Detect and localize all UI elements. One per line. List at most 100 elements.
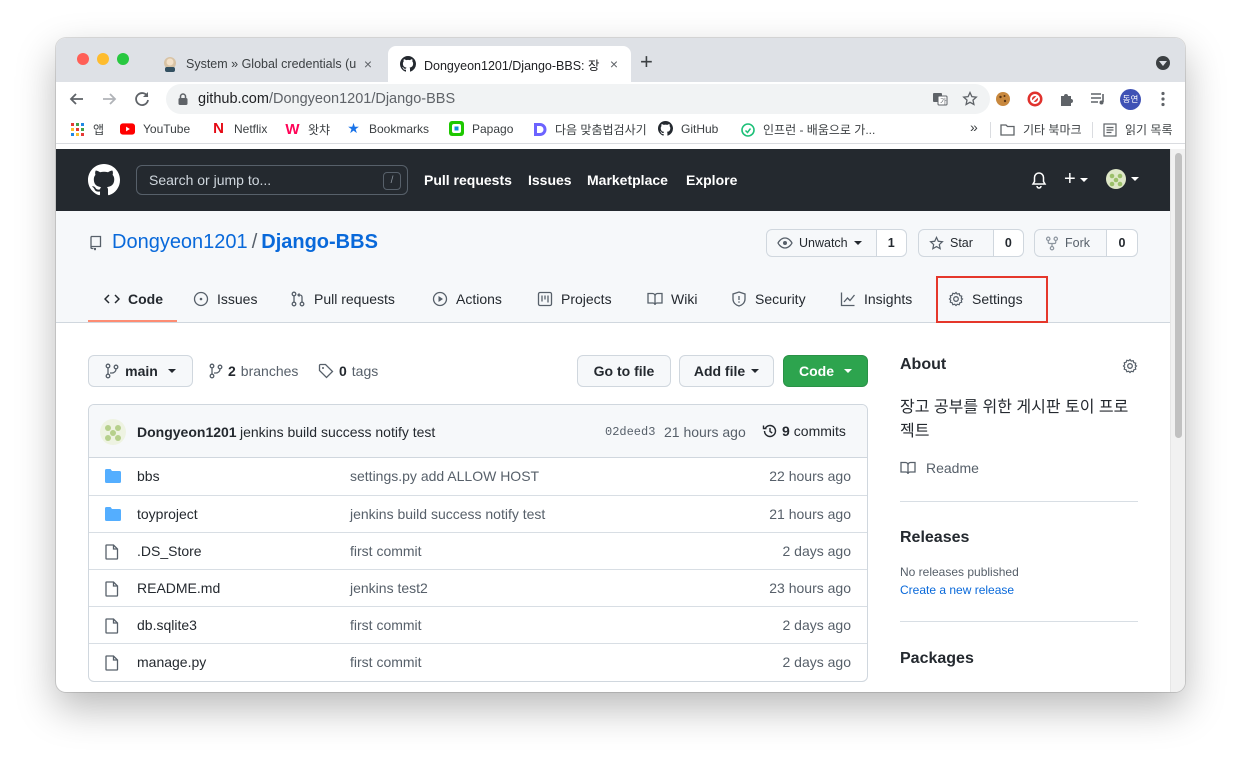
bookmark-watcha[interactable]: W 왓챠: [285, 121, 330, 138]
forward-icon[interactable]: [100, 90, 118, 108]
github-logo-icon[interactable]: [88, 164, 120, 196]
eye-icon: [777, 237, 793, 249]
commit-author-avatar[interactable]: [100, 419, 126, 445]
tab-security[interactable]: Security: [731, 289, 806, 309]
browser-tab-jenkins[interactable]: System » Global credentials (u ×: [152, 46, 385, 82]
tab-search-icon[interactable]: [1156, 56, 1170, 70]
packages-heading[interactable]: Packages: [900, 650, 1138, 668]
media-control-icon[interactable]: [1089, 90, 1107, 108]
file-row[interactable]: db.sqlite3 first commit 2 days ago: [89, 606, 867, 643]
tags-link[interactable]: 0 tags: [318, 363, 378, 379]
create-new-menu[interactable]: +: [1064, 168, 1088, 191]
bookmark-inflearn[interactable]: 인프런 - 배움으로 가...: [740, 121, 875, 138]
more-menu-icon[interactable]: [1154, 90, 1172, 108]
file-row[interactable]: .DS_Store first commit 2 days ago: [89, 532, 867, 569]
file-row[interactable]: README.md jenkins test2 23 hours ago: [89, 569, 867, 606]
bookmark-apps[interactable]: 앱: [70, 121, 104, 138]
file-commit-message-link[interactable]: jenkins test2: [350, 580, 428, 596]
tab-issues[interactable]: Issues: [193, 289, 257, 309]
bookmark-other-folder[interactable]: 기타 북마크: [1000, 121, 1082, 138]
file-commit-message-link[interactable]: first commit: [350, 543, 422, 559]
file-commit-message-link[interactable]: first commit: [350, 654, 422, 670]
profile-avatar[interactable]: 동연: [1120, 89, 1141, 110]
bookmark-label: YouTube: [143, 121, 191, 136]
bookmarks-more-button[interactable]: »: [970, 119, 978, 135]
readme-link[interactable]: Readme: [900, 460, 1138, 476]
page-scrollbar[interactable]: [1170, 149, 1185, 692]
star-button[interactable]: Star 0: [918, 229, 1024, 257]
bookmark-bookmarks[interactable]: ★ Bookmarks: [346, 120, 429, 136]
go-to-file-button[interactable]: Go to file: [577, 355, 671, 387]
maximize-window-button[interactable]: [117, 53, 129, 65]
unwatch-button[interactable]: Unwatch 1: [766, 229, 907, 257]
nav-pull-requests[interactable]: Pull requests: [424, 172, 512, 188]
file-name-link[interactable]: .DS_Store: [137, 543, 202, 559]
file-name-link[interactable]: manage.py: [137, 654, 206, 670]
close-tab-icon[interactable]: ×: [359, 56, 377, 72]
code-clone-button[interactable]: Code: [783, 355, 868, 387]
watchers-count[interactable]: 1: [876, 230, 906, 256]
bookmark-github[interactable]: GitHub: [658, 121, 718, 136]
extensions-puzzle-icon[interactable]: [1058, 90, 1076, 108]
tab-insights[interactable]: Insights: [840, 289, 912, 309]
bookmark-netflix[interactable]: N Netflix: [211, 120, 267, 137]
tab-projects[interactable]: Projects: [537, 289, 612, 309]
commits-history-link[interactable]: 9 commits: [762, 423, 846, 439]
back-icon[interactable]: [68, 90, 86, 108]
file-name-link[interactable]: bbs: [137, 468, 160, 484]
file-commit-message-link[interactable]: settings.py add ALLOW HOST: [350, 468, 539, 484]
bookmark-label: Papago: [472, 121, 514, 136]
file-row[interactable]: bbs settings.py add ALLOW HOST 22 hours ag…: [89, 458, 867, 495]
tab-title: Dongyeon1201/Django-BBS: 장: [424, 58, 600, 73]
nav-issues[interactable]: Issues: [528, 172, 572, 188]
file-commit-message-link[interactable]: jenkins build success notify test: [350, 506, 545, 522]
releases-heading[interactable]: Releases: [900, 529, 1138, 547]
github-search-input[interactable]: Search or jump to... /: [136, 165, 408, 195]
minimize-window-button[interactable]: [97, 53, 109, 65]
gear-icon[interactable]: [1122, 358, 1138, 374]
lock-icon[interactable]: [176, 92, 190, 106]
notifications-bell-icon[interactable]: [1030, 171, 1048, 189]
branch-select-button[interactable]: main: [88, 355, 193, 387]
translate-icon[interactable]: 가: [932, 91, 948, 107]
commit-message[interactable]: jenkins build success notify test: [240, 424, 435, 440]
bookmark-youtube[interactable]: YouTube: [120, 121, 190, 136]
file-name-link[interactable]: toyproject: [137, 506, 198, 522]
tab-actions[interactable]: Actions: [432, 289, 502, 309]
close-tab-icon[interactable]: ×: [605, 56, 623, 72]
stars-count[interactable]: 0: [993, 230, 1023, 256]
file-commit-message-link[interactable]: first commit: [350, 617, 422, 633]
block-extension-icon[interactable]: [1026, 90, 1044, 108]
new-tab-button[interactable]: +: [640, 51, 653, 73]
repo-owner-link[interactable]: Dongyeon1201: [112, 231, 248, 254]
nav-explore[interactable]: Explore: [686, 172, 737, 188]
bookmark-daum-spellcheck[interactable]: 다음 맞춤법검사기: [532, 121, 647, 138]
file-name-link[interactable]: README.md: [137, 580, 220, 596]
close-window-button[interactable]: [77, 53, 89, 65]
file-name-link[interactable]: db.sqlite3: [137, 617, 197, 633]
tab-code[interactable]: Code: [104, 289, 163, 309]
bookmark-star-icon[interactable]: [962, 91, 978, 107]
add-file-button[interactable]: Add file: [679, 355, 774, 387]
commit-sha[interactable]: 02deed3: [605, 425, 655, 439]
scrollbar-thumb[interactable]: [1175, 153, 1182, 438]
cookie-extension-icon[interactable]: [994, 90, 1012, 108]
tab-pull-requests[interactable]: Pull requests: [290, 289, 395, 309]
branches-link[interactable]: 2 branches: [209, 363, 298, 379]
reload-icon[interactable]: [133, 90, 151, 108]
file-row[interactable]: toyproject jenkins build success notify t…: [89, 495, 867, 532]
fork-button[interactable]: Fork 0: [1034, 229, 1138, 257]
commit-author[interactable]: Dongyeon1201: [137, 424, 237, 440]
tab-wiki[interactable]: Wiki: [647, 289, 697, 309]
history-icon: [762, 424, 777, 438]
nav-marketplace[interactable]: Marketplace: [587, 172, 668, 188]
repo-name-link[interactable]: Django-BBS: [261, 231, 378, 254]
address-bar[interactable]: github.com/Dongyeon1201/Django-BBS 가: [166, 84, 990, 114]
bookmark-papago[interactable]: Papago: [449, 121, 513, 136]
reading-list-button[interactable]: 읽기 목록: [1102, 121, 1173, 138]
user-menu[interactable]: [1106, 169, 1139, 189]
create-release-link[interactable]: Create a new release: [900, 583, 1138, 597]
browser-tab-github[interactable]: Dongyeon1201/Django-BBS: 장 ×: [388, 46, 631, 82]
file-row[interactable]: manage.py first commit 2 days ago: [89, 643, 867, 680]
forks-count[interactable]: 0: [1107, 230, 1137, 256]
